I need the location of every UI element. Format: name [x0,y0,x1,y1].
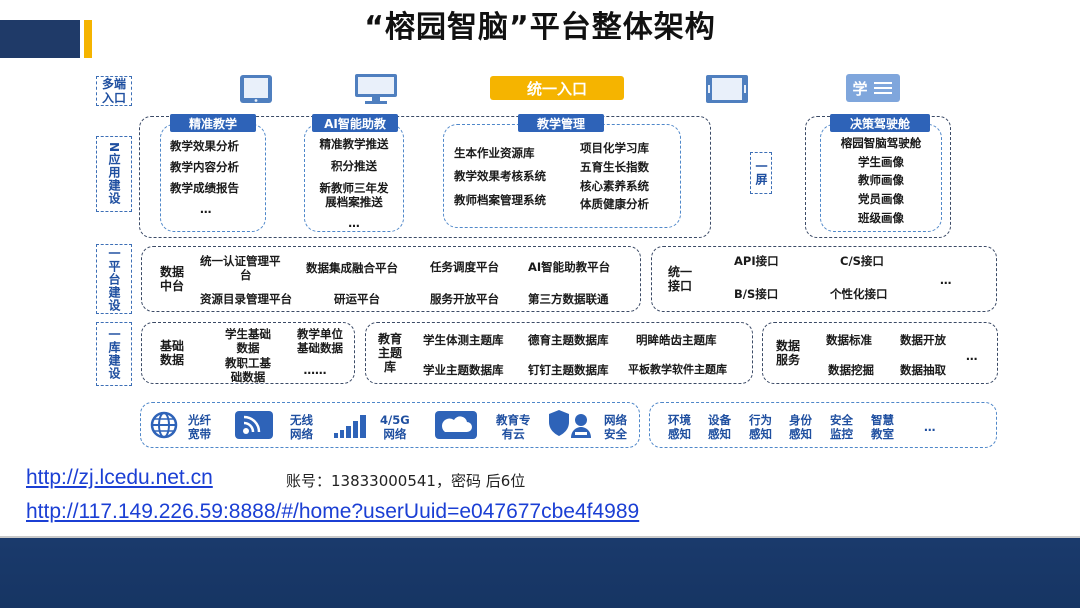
signal-bars-icon [330,410,374,440]
one-screen-label: 一屏 [750,152,772,194]
service-item: 数据标准 [826,333,872,347]
interface-item-more: … [940,273,952,287]
infra-item: 网络 安全 [604,413,627,441]
precise-item-more: … [200,202,212,216]
platform-item: 台 [240,268,252,282]
decision-item: 教师画像 [858,173,904,187]
decision-item: 榕园智脑驾驶舱 [840,136,922,150]
service-item: 数据抽取 [900,363,946,377]
manage-item: 五育生长指数 [580,160,649,174]
large-screen-icon [704,72,750,106]
cloud-icon [434,410,478,440]
precise-item: 教学内容分析 [170,160,239,174]
link-platform-url[interactable]: http://zj.lcedu.net.cn [26,466,213,490]
basic-item: 数据 [236,341,260,355]
service-item: 数据挖掘 [828,363,874,377]
theme-item: 钉钉主题数据库 [528,363,609,377]
decision-item: 党员画像 [858,192,904,206]
theme-library-label: 教育 主题 库 [377,332,402,374]
basic-item-more: …… [303,363,327,377]
platform-item: 研运平台 [334,292,380,306]
link-home-url[interactable]: http://117.149.226.59:8888/#/home?userUu… [26,500,639,524]
unified-interface-label: 统一 接口 [668,265,693,293]
teaching-management-title: 教学管理 [518,114,604,132]
ai-item-more: … [348,216,360,230]
manage-item: 教学效果考核系统 [454,169,546,183]
service-item: 数据开放 [900,333,946,347]
sensing-item: 环境 感知 [668,413,691,441]
ai-item: 新教师三年发 [319,181,389,195]
platform-item: 统一认证管理平 [200,254,281,268]
interface-item: API接口 [734,254,779,268]
student-icon-text: 学 [852,79,868,98]
monitor-icon [352,72,400,106]
sensing-item: 行为 感知 [749,413,772,441]
service-item-more: … [966,349,978,363]
platform-item: 服务开放平台 [430,292,499,306]
decision-item: 学生画像 [858,155,904,169]
ai-item: 积分推送 [331,159,377,173]
unified-entry-badge: 统一入口 [490,76,624,100]
row-label-n-apps: N应用建设 [96,136,132,212]
sensing-item-more: … [924,420,936,434]
platform-item: AI智能助教平台 [528,260,611,274]
theme-item: 平板教学软件主题库 [628,363,727,376]
header-accent-tick [84,20,92,58]
basic-item: 学生基础 [225,327,271,341]
header-accent-bar [0,20,80,58]
theme-item: 学业主题数据库 [423,363,504,377]
manage-item: 项目化学习库 [580,141,649,155]
infra-sensing-container [649,402,997,448]
ai-item: 精准教学推送 [319,137,389,151]
account-info: 账号：13833000541，密码 后6位 [286,472,526,490]
manage-item: 核心素养系统 [580,179,649,193]
sensing-item: 安全 监控 [830,413,853,441]
manage-item: 教师档案管理系统 [454,193,546,207]
theme-item: 德育主题数据库 [528,333,609,347]
precise-teaching-title: 精准教学 [170,114,256,132]
theme-item: 学生体测主题库 [423,333,504,347]
page-title: “榕园智脑”平台整体架构 [364,10,716,45]
data-service-label: 数据 服务 [776,339,801,367]
precise-item: 教学效果分析 [170,139,239,153]
row-label-library: 一库建设 [96,322,132,386]
basic-item: 教职工基 [225,356,271,370]
sensing-item: 设备 感知 [708,413,731,441]
interface-item: B/S接口 [734,287,779,301]
infra-item: 光纤 宽带 [188,413,211,441]
basic-item: 基础数据 [297,341,343,355]
student-terminal-icon: 学 [846,74,900,102]
manage-item: 生本作业资源库 [454,146,535,160]
interface-item: C/S接口 [840,254,884,268]
ai-assistant-title: AI智能助教 [312,114,398,132]
row-label-platform: 一平台建设 [96,244,132,314]
infra-item: 教育专 有云 [496,413,531,441]
decision-cockpit-title: 决策驾驶舱 [830,114,930,132]
decision-item: 班级画像 [858,211,904,225]
basic-item: 础数据 [230,370,266,384]
infra-item: 无线 网络 [290,413,313,441]
basic-data-label: 基础 数据 [160,339,185,367]
manage-item: 体质健康分析 [580,197,649,211]
footer-band [0,538,1080,608]
platform-item: 资源目录管理平台 [200,292,292,306]
rss-icon [234,410,274,440]
interface-item: 个性化接口 [830,287,888,301]
sensing-item: 智慧 教室 [871,413,894,441]
globe-icon [146,410,182,440]
platform-item: 第三方数据联通 [528,292,609,306]
platform-item: 任务调度平台 [430,260,499,274]
theme-item: 明眸皓齿主题库 [636,333,717,347]
basic-item: 教学单位 [297,327,343,341]
row-label-multi-entry: 多端 入口 [96,76,132,106]
security-user-icon [548,408,598,440]
data-center-label: 数据 中台 [160,265,185,293]
precise-item: 教学成绩报告 [170,181,239,195]
platform-item: 数据集成融合平台 [306,261,398,275]
ai-item: 展档案推送 [325,195,383,209]
tablet-icon [236,72,276,106]
infra-item: 4/5G 网络 [380,413,410,441]
sensing-item: 身份 感知 [789,413,812,441]
